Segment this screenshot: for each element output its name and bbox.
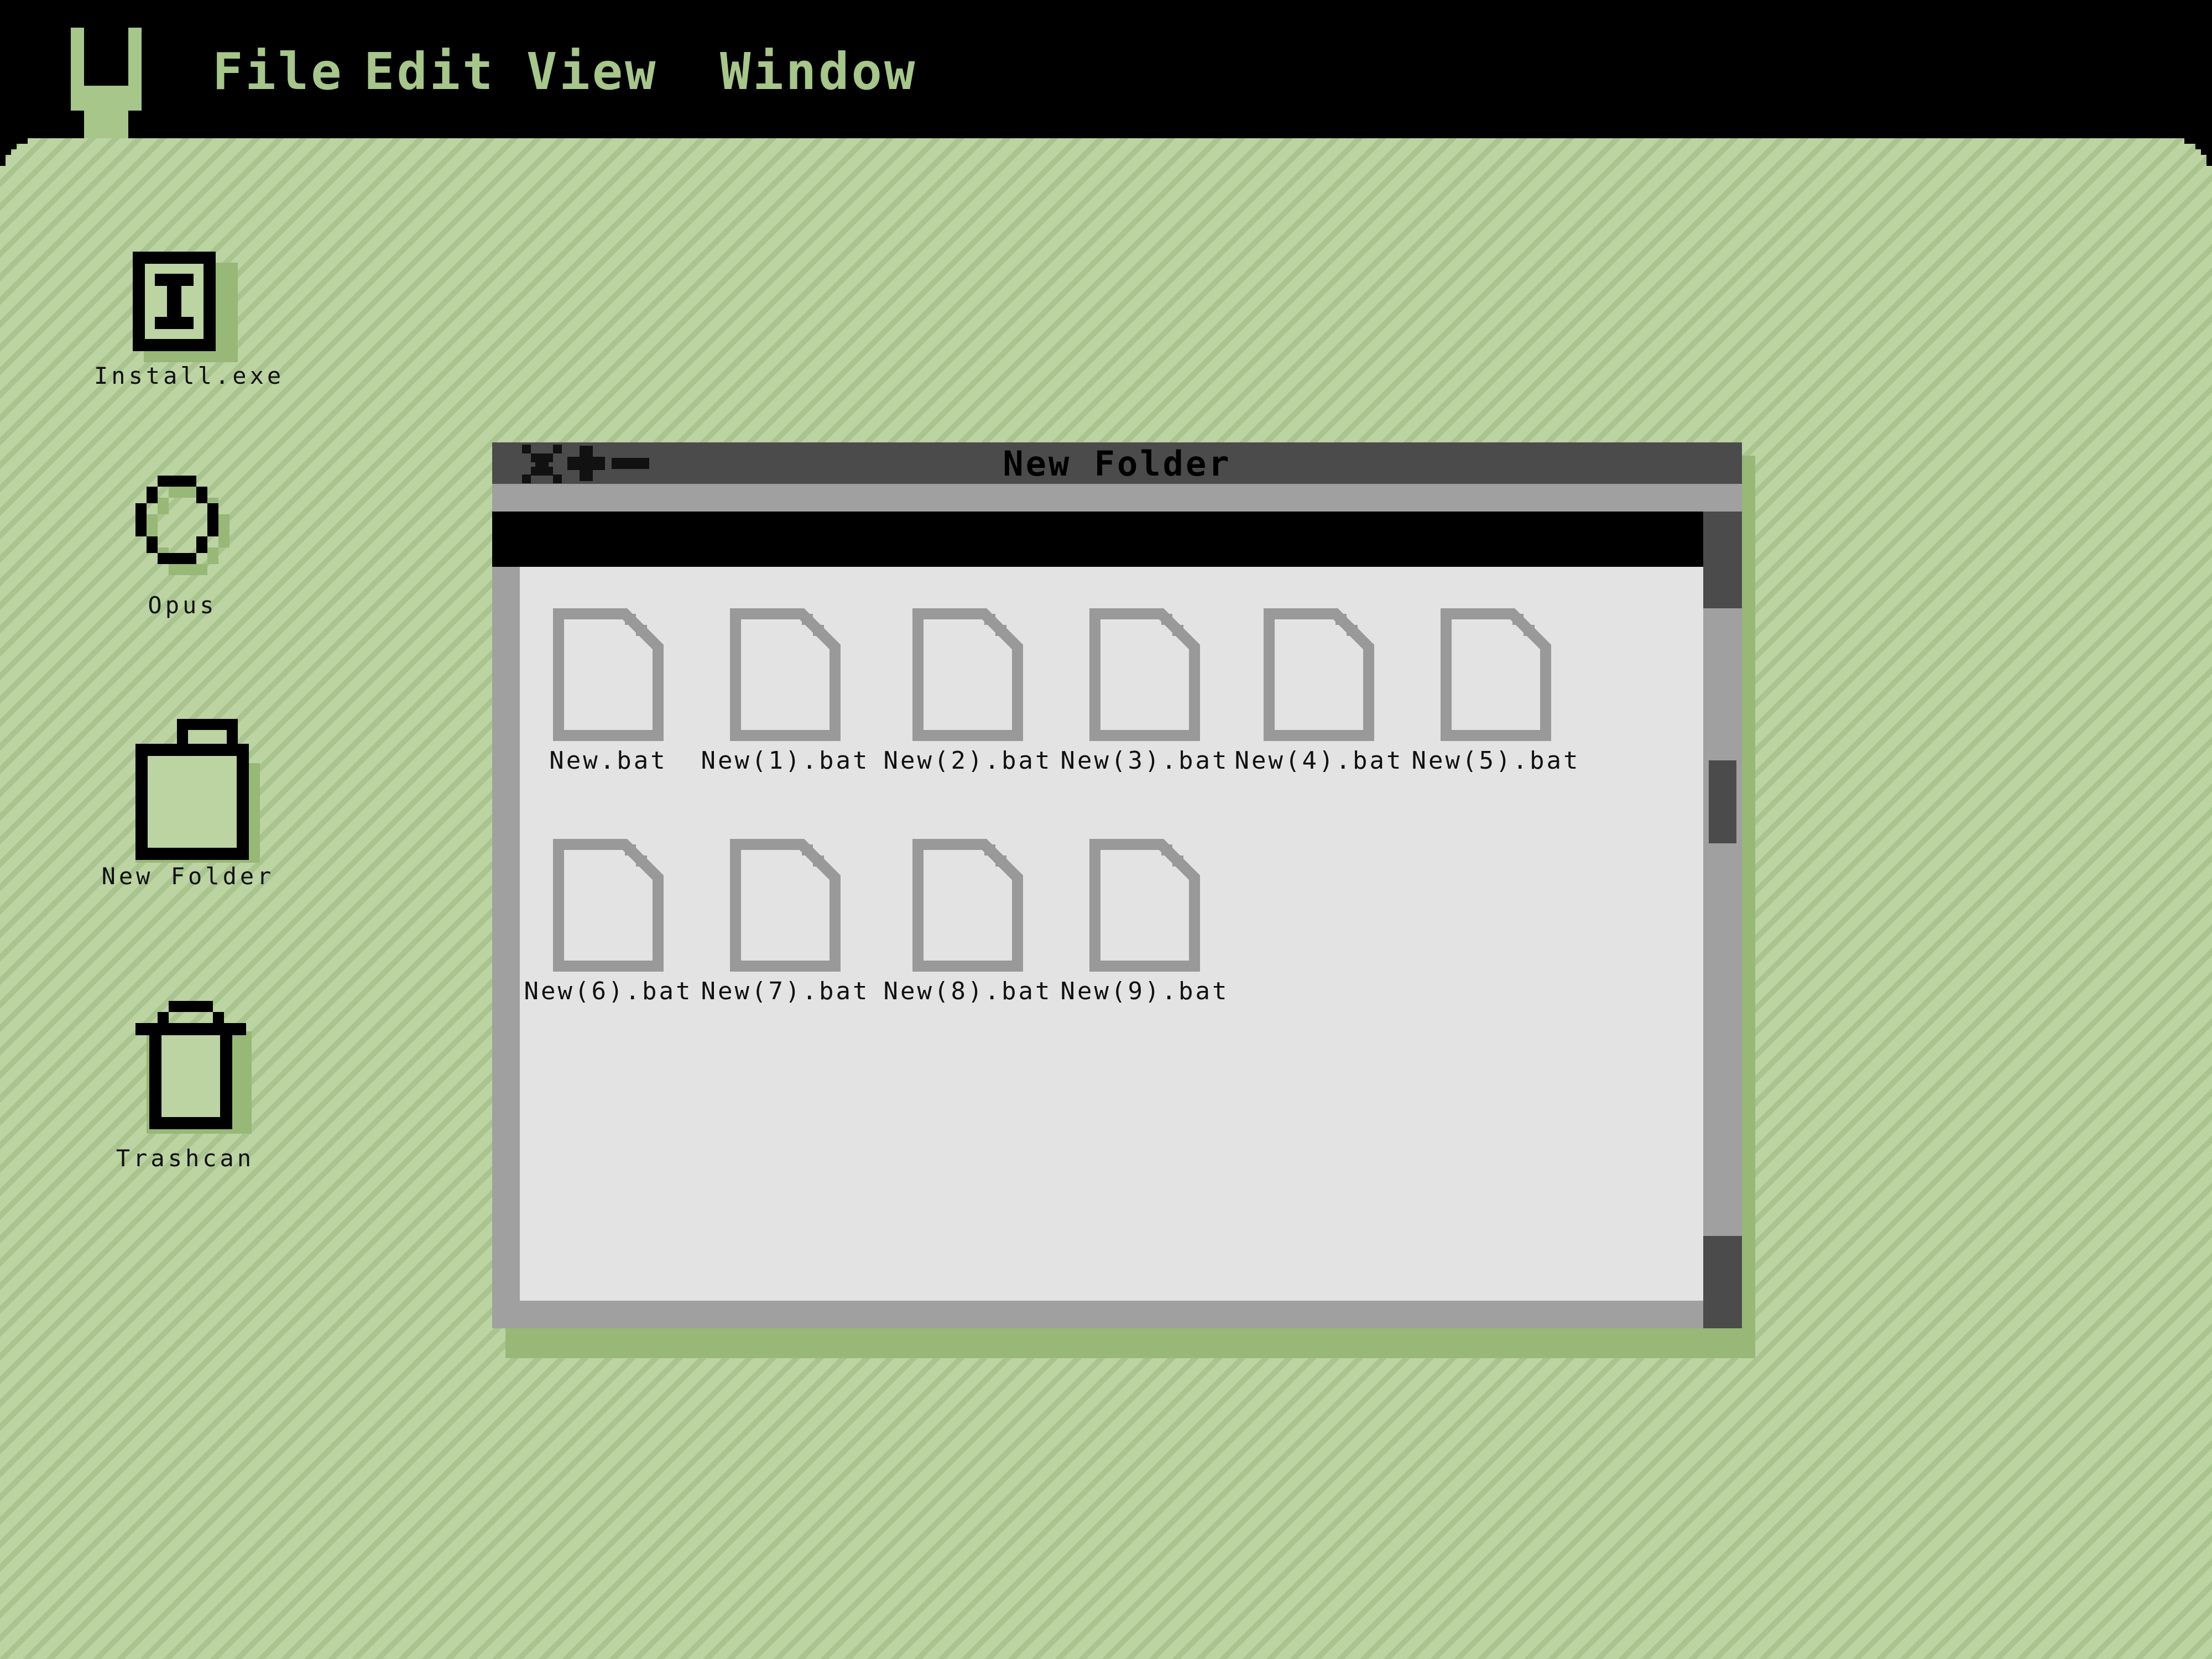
folder-icon — [135, 719, 260, 863]
opus-icon — [135, 476, 229, 575]
screen-corner-left — [0, 138, 28, 166]
desktop-icon-install[interactable]: Install.exe — [94, 252, 285, 389]
file-item[interactable]: New(6).bat — [520, 839, 697, 1005]
file-item[interactable]: New(2).bat — [879, 608, 1056, 775]
file-icon — [912, 608, 1023, 741]
maximize-icon[interactable] — [564, 442, 608, 484]
file-item[interactable]: New(3).bat — [1056, 608, 1233, 775]
file-item[interactable]: New(1).bat — [697, 608, 874, 775]
vertical-scrollbar[interactable] — [1703, 512, 1742, 1328]
file-icon — [912, 839, 1023, 972]
menu-view[interactable]: View — [526, 44, 658, 100]
desktop-icon-label: Trashcan — [116, 1145, 255, 1172]
desktop-icon-new-folder[interactable]: New Folder — [94, 719, 282, 890]
file-label: New(4).bat — [1234, 747, 1404, 775]
menu-bar: File Edit View Window — [0, 0, 2212, 138]
file-item[interactable]: New(8).bat — [879, 839, 1056, 1005]
file-label: New(7).bat — [701, 977, 870, 1005]
window-title: New Folder — [1003, 444, 1232, 484]
menu-edit[interactable]: Edit — [364, 44, 495, 100]
window-toolbar — [492, 484, 1742, 512]
file-icon — [1089, 839, 1200, 972]
scroll-thumb[interactable] — [1709, 760, 1736, 843]
scroll-up-button[interactable] — [1703, 512, 1742, 608]
file-label: New(1).bat — [701, 747, 870, 775]
window-frame-bottom — [492, 1301, 1703, 1328]
file-icon — [553, 839, 664, 972]
file-label: New(2).bat — [883, 747, 1052, 775]
file-label: New(9).bat — [1060, 977, 1229, 1005]
desktop-icon-label: New Folder — [101, 863, 275, 890]
scroll-down-button[interactable] — [1703, 1236, 1742, 1328]
file-icon — [730, 608, 841, 741]
file-label: New(8).bat — [883, 977, 1052, 1005]
folder-content: New.bat New(1).bat New(2).bat New(3).bat — [520, 567, 1703, 1301]
trash-icon — [135, 1001, 252, 1134]
file-label: New(6).bat — [524, 977, 693, 1005]
file-item[interactable]: New(5).bat — [1407, 608, 1584, 775]
close-icon[interactable] — [520, 442, 564, 484]
file-item[interactable]: New(4).bat — [1230, 608, 1407, 775]
file-icon — [1441, 608, 1551, 741]
desktop-icon-opus[interactable]: Opus — [94, 476, 271, 619]
file-item[interactable]: New(7).bat — [697, 839, 874, 1005]
file-label: New(5).bat — [1411, 747, 1580, 775]
menu-window[interactable]: Window — [720, 44, 917, 100]
window-titlebar[interactable]: New Folder — [492, 442, 1742, 484]
file-icon — [1089, 608, 1200, 741]
file-icon — [553, 608, 664, 741]
file-item[interactable]: New(9).bat — [1056, 839, 1233, 1005]
folder-window: New Folder New.bat New(1).bat New(2).bat… — [492, 442, 1755, 1358]
desktop-icon-label: Opus — [148, 592, 217, 619]
address-bar[interactable] — [492, 512, 1703, 567]
screen-corner-right — [2184, 138, 2212, 166]
desktop-icon-label: Install.exe — [94, 362, 285, 389]
minimize-icon[interactable] — [608, 442, 653, 484]
file-icon — [1264, 608, 1374, 741]
menu-file[interactable]: File — [212, 44, 344, 100]
file-label: New.bat — [549, 747, 667, 775]
desktop-icon-trashcan[interactable]: Trashcan — [94, 1001, 276, 1172]
installer-icon — [133, 252, 238, 362]
file-icon — [730, 839, 841, 972]
window-frame-left — [492, 567, 520, 1328]
logo-icon[interactable] — [71, 28, 142, 138]
file-item[interactable]: New.bat — [520, 608, 697, 775]
file-label: New(3).bat — [1060, 747, 1229, 775]
